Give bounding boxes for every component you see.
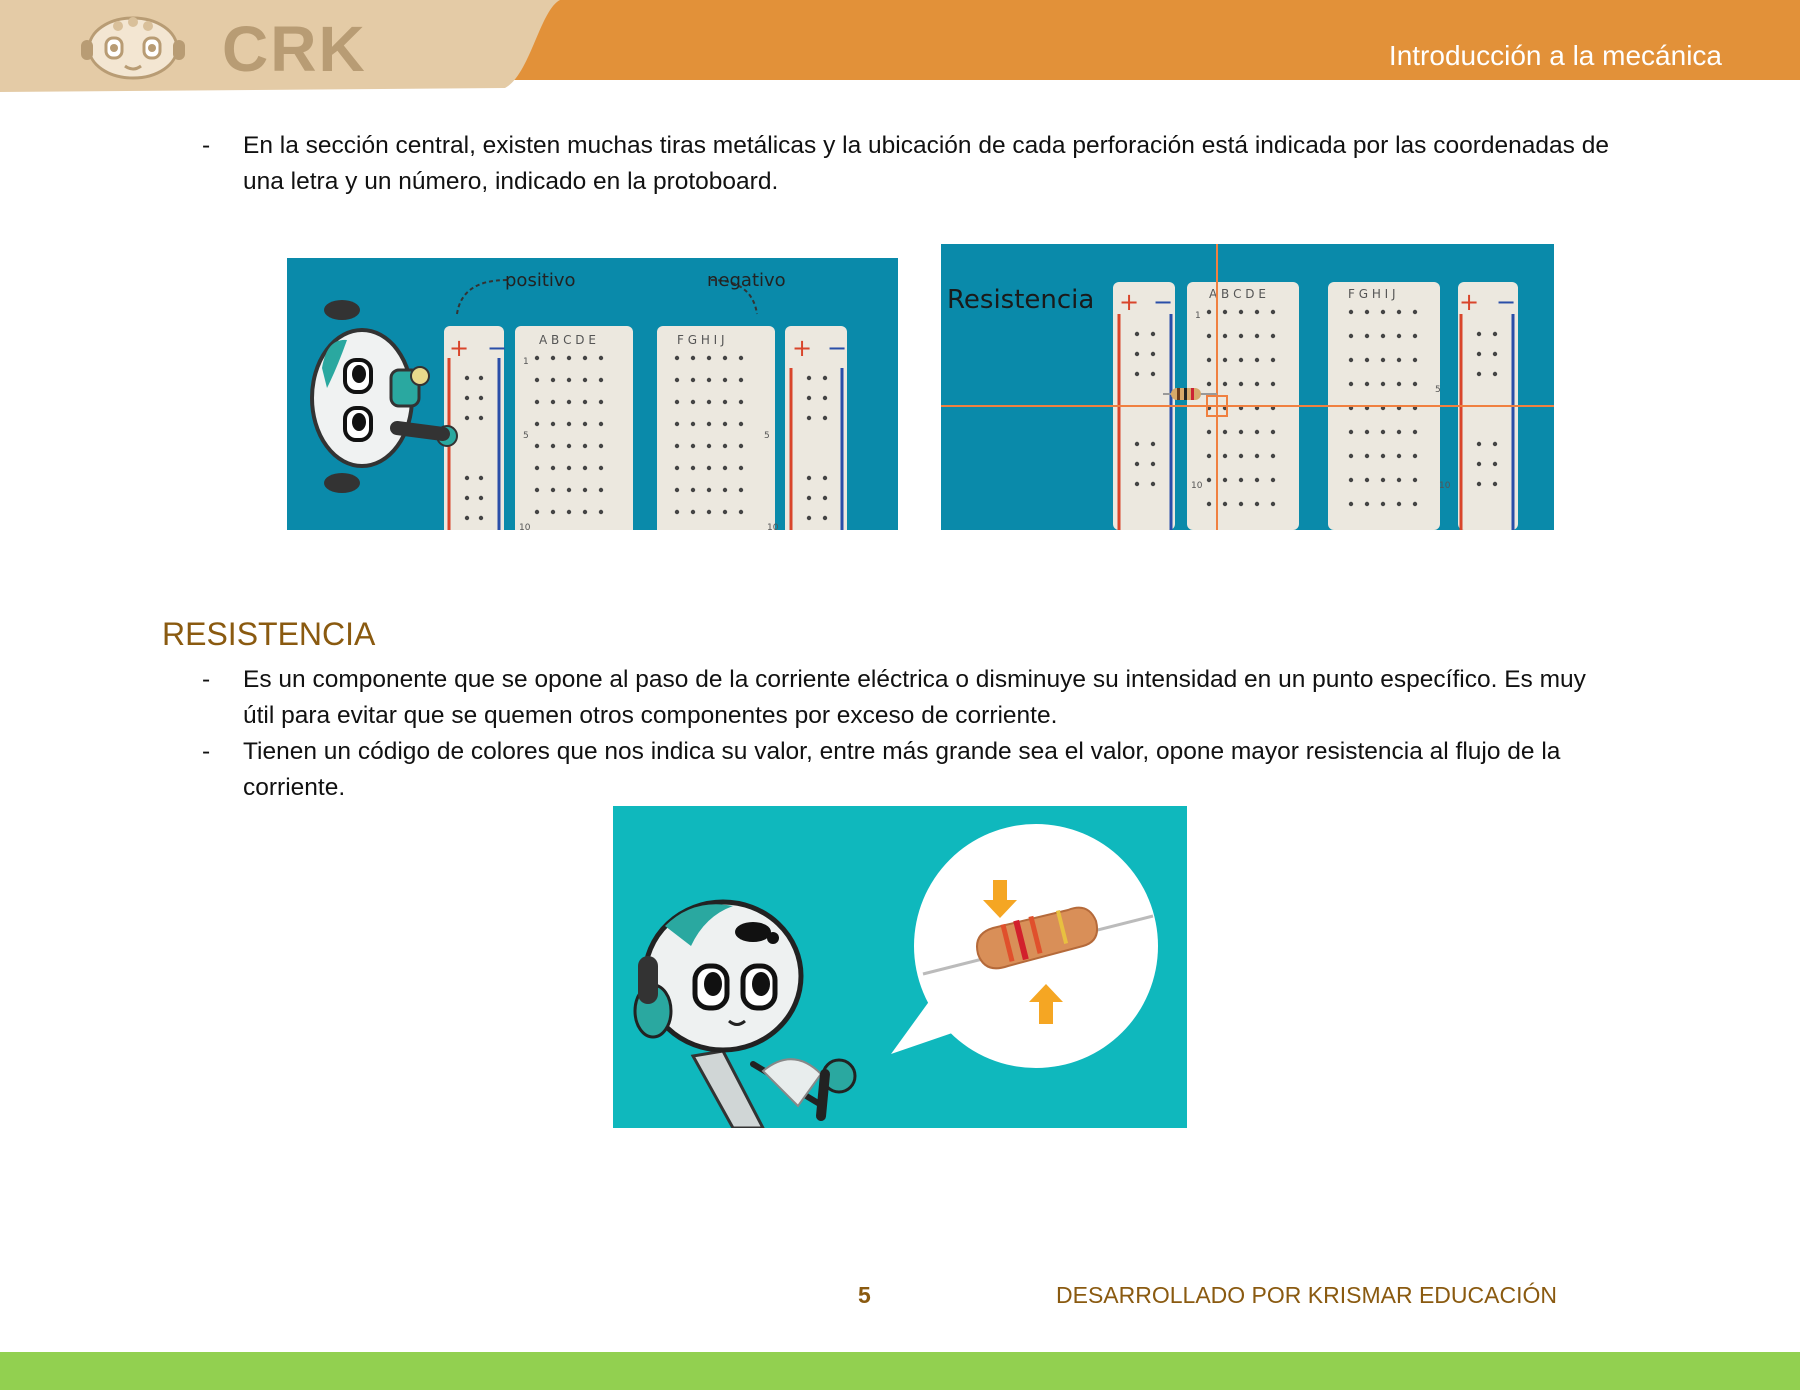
list-item: - Es un componente que se opone al paso … [202,662,1642,734]
row-number: 1 [523,357,529,367]
row-number: 10 [1439,481,1451,491]
row-number: 5 [764,431,770,441]
minus-sign: − [1496,288,1516,316]
bullet-text-line: Es un componente que se opone al paso de… [243,666,1586,693]
row-number: 10 [1191,481,1203,491]
label-positive: positivo [505,270,576,291]
column-letters: F G H I J [677,333,725,347]
row-number: 1 [1195,311,1201,321]
robot-resistor-illustration [613,806,1187,1128]
plus-sign: + [1459,288,1479,316]
plus-sign: + [792,334,812,362]
crk-mascot-logo-icon [81,16,185,80]
breadboard-resistor-figure: + − + − A B C D E F G H I J 1 5 10 10 Re… [941,244,1554,530]
minus-sign: − [827,334,847,362]
footer-bar [0,1352,1800,1390]
label-negative: negativo [707,270,786,291]
bullet-text-line: corriente. [243,774,346,801]
column-letters: F G H I J [1348,287,1396,301]
bullet-dash: - [202,738,211,765]
plus-sign: + [1119,288,1139,316]
minus-sign: − [487,334,507,362]
plus-sign: + [449,334,469,362]
bullet-text-line: útil para evitar que se quemen otros com… [243,702,1058,729]
bullet-dash: - [202,666,211,693]
bullet-dash: - [202,132,211,159]
section-heading: RESISTENCIA [162,616,376,652]
row-number: 5 [523,431,529,441]
row-number: 10 [519,523,531,530]
list-item: - Tienen un código de colores que nos in… [202,734,1642,806]
label-resistencia: Resistencia [947,285,1094,315]
footer-credit: DESARROLLADO POR KRISMAR EDUCACIÓN [1056,1282,1557,1308]
page-number: 5 [858,1282,871,1308]
breadboard-polarity-figure: + − + − A B C D E F G H I J 1 5 5 10 10 … [287,258,898,530]
bullet-text-line: Tienen un código de colores que nos indi… [243,738,1561,765]
bullet-text-line: En la sección central, existen muchas ti… [243,132,1609,159]
column-letters: A B C D E [539,333,596,347]
row-number: 5 [1435,385,1441,395]
document-title: Introducción a la mecánica [1388,40,1722,71]
list-item: - En la sección central, existen muchas … [202,128,1642,200]
minus-sign: − [1153,288,1173,316]
bullet-text-line: una letra y un número, indicado en la pr… [243,168,779,195]
row-number: 10 [767,523,779,530]
logo-text: CRK [222,13,367,85]
